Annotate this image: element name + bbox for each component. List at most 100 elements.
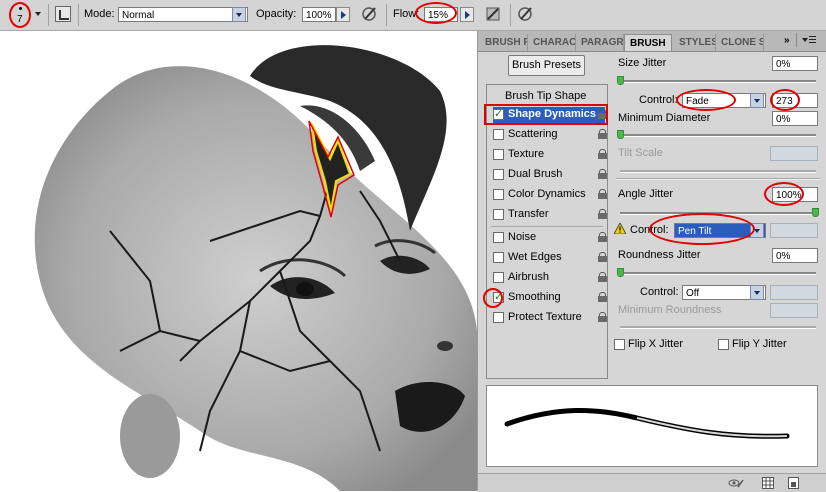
min-diameter-thumb[interactable] <box>617 130 624 139</box>
annotation-circle <box>764 182 804 206</box>
roundness-jitter-slider[interactable] <box>620 272 816 275</box>
lock-icon[interactable] <box>598 272 607 283</box>
list-item-label: Noise <box>508 231 537 243</box>
divider <box>796 33 797 47</box>
texture-checkbox[interactable] <box>493 149 504 160</box>
list-item-label: Smoothing <box>508 291 561 303</box>
list-item-noise[interactable]: Noise <box>493 230 607 246</box>
list-item-airbrush[interactable]: Airbrush <box>493 270 607 286</box>
annotation-box <box>484 104 608 125</box>
flow-slider-button[interactable] <box>460 7 474 22</box>
color-dynamics-checkbox[interactable] <box>493 189 504 200</box>
angle-jitter-thumb[interactable] <box>812 208 819 217</box>
tilt-scale-label: Tilt Scale <box>618 147 663 159</box>
size-jitter-slider[interactable] <box>620 80 816 83</box>
roundness-jitter-label: Roundness Jitter <box>618 249 701 261</box>
angle-jitter-label: Angle Jitter <box>618 188 674 200</box>
brush-dot-icon <box>19 7 22 10</box>
flip-x-checkbox[interactable] <box>614 339 625 350</box>
brush-size-label: 7 <box>17 14 23 25</box>
pressure-opacity-icon[interactable] <box>361 5 379 23</box>
min-diameter-slider[interactable] <box>620 134 816 137</box>
list-item-label: Airbrush <box>508 271 549 283</box>
noise-checkbox[interactable] <box>493 232 504 243</box>
tilt-scale-slider[interactable] <box>620 170 816 173</box>
roundness-control-dropdown-button[interactable] <box>750 285 764 300</box>
lock-icon[interactable] <box>598 149 607 160</box>
flip-y-checkbox[interactable] <box>718 339 729 350</box>
panel-bottom-bar <box>478 473 826 492</box>
brush-panel-toggle-icon[interactable] <box>55 6 71 22</box>
list-item-wet-edges[interactable]: Wet Edges <box>493 250 607 266</box>
scattering-checkbox[interactable] <box>493 129 504 140</box>
wet-edges-checkbox[interactable] <box>493 252 504 263</box>
tab-clone-source[interactable]: CLONE SOURCE <box>716 34 764 51</box>
tab-character[interactable]: CHARACTER <box>528 34 576 51</box>
pressure-size-icon[interactable] <box>517 5 535 23</box>
annotation-circle <box>483 288 503 308</box>
list-item-label: Dual Brush <box>508 168 563 180</box>
warning-icon <box>613 222 627 235</box>
tilt-scale-input[interactable] <box>770 146 818 161</box>
tab-styles[interactable]: STYLES <box>674 34 716 51</box>
divider <box>386 4 387 26</box>
mode-select[interactable]: Normal <box>118 7 248 22</box>
brush-stroke-preview-graphic <box>504 408 790 439</box>
size-jitter-thumb[interactable] <box>617 76 624 85</box>
list-item-texture[interactable]: Texture <box>493 147 607 163</box>
stroke-preview <box>486 385 818 467</box>
opacity-slider-button[interactable] <box>336 7 350 22</box>
tab-paragraph[interactable]: PARAGRAPH <box>576 34 624 51</box>
airbrush-checkbox[interactable] <box>493 272 504 283</box>
tab-brush[interactable]: BRUSH <box>624 34 672 51</box>
list-item-protect-texture[interactable]: Protect Texture <box>493 310 607 326</box>
lock-icon[interactable] <box>598 169 607 180</box>
roundness-control-label: Control: <box>640 286 679 298</box>
new-preset-icon[interactable] <box>788 477 800 489</box>
min-roundness-input[interactable] <box>770 303 818 318</box>
mode-value: Normal <box>122 10 155 21</box>
tab-brush-presets[interactable]: BRUSH PRESETS <box>480 34 528 51</box>
cracked-face-artwork <box>34 45 477 491</box>
roundness-jitter-input[interactable]: 0% <box>772 248 818 263</box>
panel-menu-icon[interactable] <box>802 35 816 46</box>
control-label: Control: <box>639 94 678 106</box>
lock-icon[interactable] <box>598 189 607 200</box>
annotation-circle <box>676 89 736 111</box>
transfer-checkbox[interactable] <box>493 209 504 220</box>
list-item-scattering[interactable]: Scattering <box>493 127 607 143</box>
min-roundness-slider[interactable] <box>620 326 816 329</box>
protect-texture-checkbox[interactable] <box>493 312 504 323</box>
document-canvas[interactable] <box>0 31 477 491</box>
opacity-input[interactable]: 100% <box>302 7 336 22</box>
divider <box>491 226 603 227</box>
lock-icon[interactable] <box>598 232 607 243</box>
lock-icon[interactable] <box>598 129 607 140</box>
lock-icon[interactable] <box>598 209 607 220</box>
list-item-color-dynamics[interactable]: Color Dynamics <box>493 187 607 203</box>
airbrush-icon[interactable] <box>484 5 502 23</box>
chevron-down-icon[interactable] <box>35 12 41 16</box>
list-item-label: Transfer <box>508 208 549 220</box>
list-item-smoothing[interactable]: Smoothing <box>493 290 607 306</box>
mode-dropdown-button[interactable] <box>232 7 246 22</box>
brush-preset-picker[interactable]: 7 <box>9 2 31 28</box>
lock-icon[interactable] <box>598 312 607 323</box>
roundness-jitter-thumb[interactable] <box>617 268 624 277</box>
eye-brush-icon[interactable] <box>728 477 744 489</box>
lock-icon[interactable] <box>598 292 607 303</box>
brush-tip-shape-item[interactable]: Brush Tip Shape <box>505 90 586 102</box>
grid-icon[interactable] <box>762 477 774 489</box>
panel-collapse-icon[interactable]: » <box>784 35 790 46</box>
lock-icon[interactable] <box>598 252 607 263</box>
min-diameter-input[interactable]: 0% <box>772 111 818 126</box>
list-item-transfer[interactable]: Transfer <box>493 207 607 223</box>
dual-brush-checkbox[interactable] <box>493 169 504 180</box>
size-jitter-input[interactable]: 0% <box>772 56 818 71</box>
control-dropdown-button[interactable] <box>750 93 764 108</box>
list-item-label: Protect Texture <box>508 311 582 323</box>
angle-steps-input[interactable] <box>770 223 818 238</box>
list-item-dual-brush[interactable]: Dual Brush <box>493 167 607 183</box>
roundness-steps-input[interactable] <box>770 285 818 300</box>
brush-presets-button[interactable]: Brush Presets <box>508 55 585 76</box>
